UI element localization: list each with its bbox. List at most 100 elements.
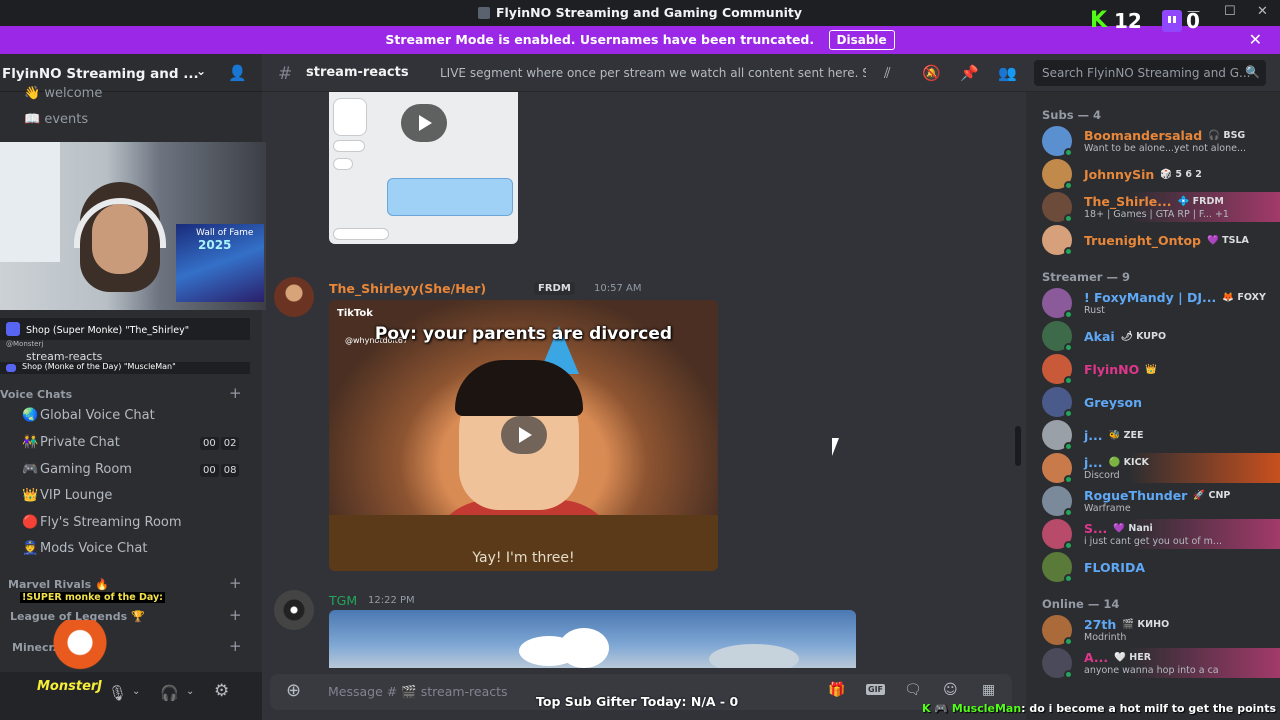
- avatar[interactable]: [1042, 192, 1073, 223]
- add-channel-icon[interactable]: +: [229, 606, 242, 624]
- play-icon[interactable]: [401, 104, 447, 142]
- member-section-header: Streamer — 9: [1042, 270, 1130, 284]
- chevron-down-icon[interactable]: ⌄: [196, 64, 206, 78]
- voice-chats-category[interactable]: Voice Chats: [0, 388, 72, 401]
- scrollbar-thumb[interactable]: [1015, 426, 1021, 466]
- play-icon[interactable]: [501, 416, 547, 454]
- member-row[interactable]: 27th 🎬 КИНО Modrinth: [1026, 615, 1280, 646]
- gif-icon[interactable]: GIF: [866, 684, 886, 695]
- member-tag: 💜 TSLA: [1207, 235, 1249, 246]
- voice-channel-mods[interactable]: 👮 Mods Voice Chat: [0, 541, 147, 563]
- avatar[interactable]: [1042, 486, 1073, 517]
- add-channel-icon[interactable]: +: [229, 574, 242, 592]
- member-row[interactable]: A... 🤍 HER anyone wanna hop into a ca: [1026, 648, 1280, 679]
- member-row[interactable]: Truenight_Ontop 💜 TSLA: [1026, 225, 1280, 256]
- threads-icon[interactable]: ⫽: [884, 64, 891, 82]
- channel-topic[interactable]: LIVE segment where once per stream we wa…: [440, 66, 866, 80]
- member-row[interactable]: JohnnySin 🎲 5 6 2: [1026, 159, 1280, 190]
- avatar[interactable]: [1042, 321, 1073, 352]
- member-row[interactable]: j... 🟢 KICK Discord: [1026, 453, 1280, 484]
- chat-message: : do i become a hot milf to get the poin…: [1021, 702, 1277, 715]
- voice-channel-vip[interactable]: 👑 VIP Lounge: [0, 488, 112, 510]
- mute-notifications-icon[interactable]: 🔕: [922, 64, 941, 82]
- close-window-button[interactable]: ✕: [1257, 4, 1268, 19]
- avatar[interactable]: [1042, 615, 1073, 646]
- chevron-down-icon[interactable]: ⌄: [132, 686, 140, 697]
- member-row[interactable]: The_Shirle... 💠 FRDM 18+ | Games | GTA RP …: [1026, 192, 1280, 223]
- channel-events[interactable]: 📖 events: [24, 112, 88, 127]
- avatar[interactable]: [1042, 354, 1073, 385]
- avatar[interactable]: [1042, 648, 1073, 679]
- shop-overlay-item: Shop (Monke of the Day) "MuscleMan": [0, 362, 250, 374]
- member-row[interactable]: FlyinNO 👑: [1026, 354, 1280, 385]
- message-author[interactable]: TGM: [329, 593, 357, 608]
- video-attachment[interactable]: TikTok @whynotdoit67 Pov: your parents a…: [329, 300, 718, 571]
- search-input[interactable]: Search FlyinNO Streaming and G... 🔍: [1034, 60, 1266, 86]
- member-activity: Want to be alone...yet not alone...: [1084, 143, 1247, 154]
- avatar[interactable]: [1042, 420, 1073, 451]
- apps-icon[interactable]: ▦: [982, 682, 995, 698]
- sticker-icon[interactable]: 🗨: [904, 682, 922, 698]
- voice-channel-global[interactable]: 🌏 Global Voice Chat: [0, 408, 155, 430]
- add-voice-channel-icon[interactable]: +: [229, 384, 242, 402]
- avatar[interactable]: [1042, 387, 1073, 418]
- headphones-icon[interactable]: 🎧: [160, 684, 179, 702]
- avatar[interactable]: [1042, 225, 1073, 256]
- category-marvel-rivals[interactable]: Marvel Rivals 🔥: [8, 578, 109, 591]
- shop-small-text: @Monsterj: [6, 340, 44, 348]
- twitch-icon: [1162, 10, 1182, 32]
- member-row[interactable]: S... 💜 Nani i just cant get you out of m..…: [1026, 519, 1280, 550]
- video-subtitle: Yay! I'm three!: [472, 550, 575, 566]
- channel-welcome[interactable]: 👋 welcome: [24, 86, 102, 101]
- voice-channel-private[interactable]: 👫 Private Chat: [0, 435, 120, 457]
- add-attachment-icon[interactable]: ⊕: [286, 680, 301, 701]
- member-row[interactable]: RogueThunder 🚀 CNP Warframe: [1026, 486, 1280, 517]
- member-row[interactable]: Akai 🌶 KUPO: [1026, 321, 1280, 352]
- member-tag: 💠 FRDM: [1177, 196, 1224, 207]
- pinned-messages-icon[interactable]: 📌: [960, 64, 979, 82]
- twitch-viewer-counter: 0: [1162, 7, 1200, 35]
- avatar[interactable]: [1042, 126, 1073, 157]
- member-row[interactable]: Greyson: [1026, 387, 1280, 418]
- voice-channel-flys-streaming[interactable]: 🔴 Fly's Streaming Room: [0, 515, 182, 537]
- avatar[interactable]: [1042, 519, 1073, 550]
- message-timestamp: 10:57 AM: [594, 283, 642, 294]
- member-tag: 🚀 CNP: [1193, 490, 1231, 501]
- online-status-icon: [1064, 670, 1073, 679]
- avatar[interactable]: [1042, 288, 1073, 319]
- close-banner-icon[interactable]: ✕: [1249, 26, 1262, 54]
- voice-channel-gaming[interactable]: 🎮 Gaming Room: [0, 462, 132, 484]
- message-author[interactable]: The_Shirleyy(She/Her): [329, 281, 486, 296]
- disable-streamer-mode-button[interactable]: Disable: [828, 30, 895, 50]
- video-caption: Pov: your parents are divorced: [374, 324, 673, 344]
- add-channel-icon[interactable]: +: [229, 637, 242, 655]
- add-member-icon[interactable]: 👤: [228, 64, 247, 82]
- member-tag: 🎬 КИНО: [1122, 619, 1170, 630]
- member-row[interactable]: ! FoxyMandy | DJ... 🦊 FOXY Rust: [1026, 288, 1280, 319]
- shop-overlay-item: Shop (Super Monke) "The_Shirley": [0, 318, 250, 340]
- settings-gear-icon[interactable]: ⚙: [214, 681, 229, 701]
- video-attachment[interactable]: [329, 92, 518, 244]
- gift-icon[interactable]: 🎁: [828, 682, 845, 698]
- microphone-icon[interactable]: 🎙: [108, 684, 127, 702]
- video-attachment[interactable]: [329, 610, 856, 668]
- server-name: FlyinNO Streaming and ...: [2, 66, 199, 82]
- window-title: FlyinNO Streaming and Gaming Community: [0, 5, 1280, 20]
- avatar[interactable]: [1042, 159, 1073, 190]
- member-list-icon[interactable]: 👥: [998, 64, 1017, 82]
- window-titlebar: FlyinNO Streaming and Gaming Community —…: [0, 0, 1280, 26]
- emoji-icon[interactable]: ☺: [943, 682, 958, 698]
- user-name: MonsterJ: [37, 679, 103, 694]
- member-row[interactable]: j... 🐝 ZEE: [1026, 420, 1280, 451]
- avatar[interactable]: [1042, 552, 1073, 583]
- member-row[interactable]: Boomandersalad 🎧 BSG Want to be alone...ye…: [1026, 126, 1280, 157]
- avatar[interactable]: [274, 277, 314, 317]
- chevron-down-icon[interactable]: ⌄: [186, 686, 194, 697]
- online-status-icon: [1064, 214, 1073, 223]
- member-tag: 🦊 FOXY: [1222, 292, 1266, 303]
- member-name: j...: [1084, 428, 1103, 443]
- avatar[interactable]: [1042, 453, 1073, 484]
- maximize-button[interactable]: ☐: [1224, 4, 1236, 19]
- member-row[interactable]: FLORIDA: [1026, 552, 1280, 583]
- avatar[interactable]: [274, 590, 314, 630]
